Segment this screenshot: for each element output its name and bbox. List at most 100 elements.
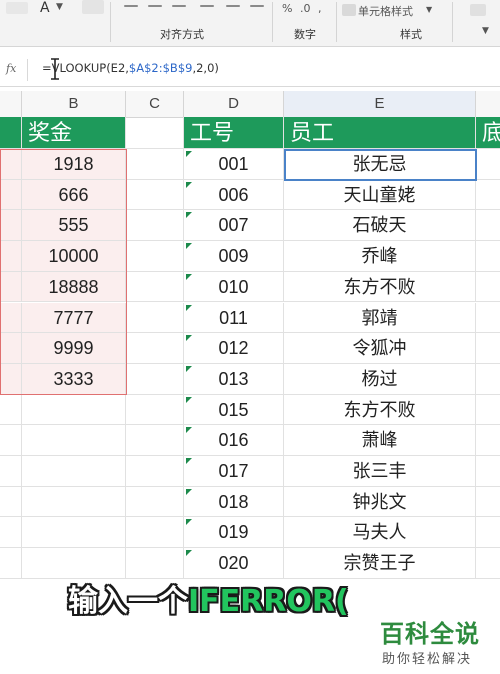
id-cell[interactable]: 013	[184, 363, 284, 395]
column-header-c[interactable]: C	[126, 91, 184, 117]
error-indicator-icon[interactable]	[186, 427, 192, 434]
id-cell[interactable]: 011	[184, 302, 284, 334]
error-indicator-icon[interactable]	[186, 396, 192, 403]
error-indicator-icon[interactable]	[186, 550, 192, 557]
name-cell[interactable]: 杨过	[284, 363, 476, 395]
id-cell[interactable]: 001	[184, 149, 284, 180]
column-a-header-cell[interactable]	[0, 117, 22, 149]
column-a-cell[interactable]	[0, 517, 22, 549]
column-f-cell[interactable]	[476, 395, 500, 426]
column-c-cell[interactable]	[126, 517, 184, 549]
id-cell[interactable]: 019	[184, 517, 284, 549]
name-cell[interactable]: 天山童姥	[284, 179, 476, 211]
extra-header-cell[interactable]: 底	[476, 117, 500, 149]
thousands-icon[interactable]: ,	[318, 2, 322, 15]
error-indicator-icon[interactable]	[186, 519, 192, 526]
bonus-cell[interactable]	[22, 425, 126, 456]
column-f-cell[interactable]	[476, 425, 500, 456]
column-a-cell[interactable]	[0, 456, 22, 487]
bonus-cell[interactable]	[22, 394, 126, 426]
column-c-cell[interactable]	[126, 210, 184, 242]
error-indicator-icon[interactable]	[186, 243, 192, 250]
fx-icon[interactable]: fx	[6, 62, 16, 75]
id-cell[interactable]: 006	[184, 179, 284, 211]
id-cell[interactable]: 012	[184, 333, 284, 364]
align-bottom-icon[interactable]	[172, 5, 186, 7]
chevron-down-icon[interactable]: ▼	[56, 2, 63, 12]
name-cell[interactable]: 钟兆文	[284, 486, 476, 518]
column-f-cell[interactable]	[476, 180, 500, 211]
column-c-cell[interactable]	[126, 179, 184, 211]
column-c-cell[interactable]	[126, 302, 184, 334]
name-cell[interactable]: 乔峰	[284, 241, 476, 272]
error-indicator-icon[interactable]	[186, 273, 192, 280]
name-cell[interactable]: 萧峰	[284, 425, 476, 456]
name-cell[interactable]: 东方不败	[284, 394, 476, 426]
column-f-cell[interactable]	[476, 241, 500, 272]
name-cell[interactable]: 东方不败	[284, 271, 476, 303]
name-cell[interactable]: 宗赞王子	[284, 548, 476, 579]
column-a-cell[interactable]	[0, 486, 22, 518]
column-f-cell[interactable]	[476, 456, 500, 487]
id-header-cell[interactable]: 工号	[184, 117, 284, 149]
bonus-header-cell[interactable]: 奖金	[22, 117, 126, 149]
id-cell[interactable]: 016	[184, 425, 284, 456]
align-right-icon[interactable]	[250, 5, 264, 7]
formula-input[interactable]: =VLOOKUP(E2,$A$2:$B$9,2,0)	[42, 61, 219, 75]
column-a-cell[interactable]	[0, 548, 22, 579]
column-c-cell[interactable]	[126, 271, 184, 303]
column-c-cell[interactable]	[126, 548, 184, 579]
error-indicator-icon[interactable]	[186, 458, 192, 464]
name-cell[interactable]: 令狐冲	[284, 333, 476, 364]
column-c-cell[interactable]	[126, 333, 184, 364]
error-indicator-icon[interactable]	[186, 335, 192, 342]
column-f-cell[interactable]	[476, 517, 500, 549]
bonus-cell[interactable]	[22, 486, 126, 518]
column-header-b[interactable]: B	[22, 91, 126, 117]
column-f-cell[interactable]	[476, 548, 500, 579]
column-c-cell[interactable]	[126, 149, 184, 180]
id-cell[interactable]: 018	[184, 486, 284, 518]
column-a-cell[interactable]	[0, 425, 22, 456]
percent-icon[interactable]: %	[282, 2, 292, 15]
column-c-cell[interactable]	[126, 486, 184, 518]
column-header-d[interactable]: D	[184, 91, 284, 117]
error-indicator-icon[interactable]	[186, 365, 192, 372]
column-f-cell[interactable]	[476, 149, 500, 180]
bonus-cell[interactable]	[22, 548, 126, 579]
column-header-e[interactable]: E	[284, 91, 476, 117]
column-f-cell[interactable]	[476, 333, 500, 364]
chevron-down-icon[interactable]: ▼	[482, 26, 489, 36]
decimal-icon[interactable]: .0	[300, 2, 311, 15]
error-indicator-icon[interactable]	[186, 151, 192, 157]
error-indicator-icon[interactable]	[186, 212, 192, 219]
error-indicator-icon[interactable]	[186, 488, 192, 495]
id-cell[interactable]: 020	[184, 548, 284, 579]
name-cell[interactable]: 马夫人	[284, 517, 476, 549]
id-cell[interactable]: 007	[184, 210, 284, 242]
align-left-icon[interactable]	[200, 5, 214, 7]
id-cell[interactable]: 015	[184, 394, 284, 426]
align-middle-icon[interactable]	[148, 5, 162, 7]
column-f-cell[interactable]	[476, 210, 500, 242]
id-cell[interactable]: 017	[184, 456, 284, 487]
column-f-cell[interactable]	[476, 487, 500, 518]
insert-icon[interactable]	[470, 4, 486, 16]
bonus-cell[interactable]	[22, 517, 126, 549]
name-cell[interactable]: 张三丰	[284, 456, 476, 487]
id-cell[interactable]: 010	[184, 271, 284, 303]
column-c-cell[interactable]	[126, 394, 184, 426]
column-c-cell[interactable]	[126, 425, 184, 456]
table-style-icon[interactable]	[342, 4, 356, 16]
fill-color-button[interactable]	[6, 2, 28, 14]
id-cell[interactable]: 009	[184, 241, 284, 272]
spreadsheet-grid[interactable]: 奖金 工号 员工 底 1918 001 张无忌 666 006 天山童姥 555 007 石破天…	[0, 117, 500, 587]
cell-style-button[interactable]: 单元格样式	[358, 3, 413, 19]
name-cell[interactable]: 郭靖	[284, 302, 476, 334]
chevron-down-icon[interactable]: ▼	[426, 5, 432, 14]
bonus-cell[interactable]	[22, 456, 126, 487]
align-center-icon[interactable]	[226, 5, 240, 7]
column-c-header-cell[interactable]	[126, 117, 184, 149]
align-top-icon[interactable]	[124, 5, 138, 7]
column-f-cell[interactable]	[476, 272, 500, 303]
